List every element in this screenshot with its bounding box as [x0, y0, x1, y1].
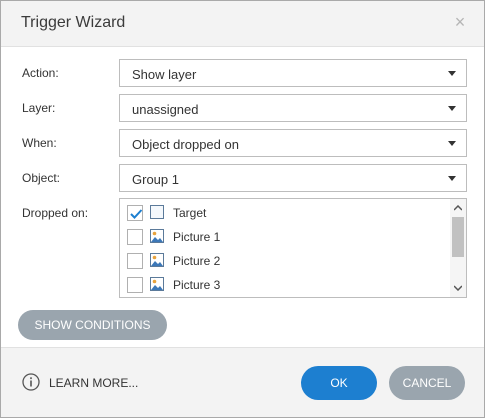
picture-icon	[150, 229, 164, 243]
picture-icon	[150, 277, 164, 291]
when-label: When:	[22, 136, 57, 150]
action-label: Action:	[22, 66, 59, 80]
checkbox[interactable]	[127, 277, 143, 293]
checkbox[interactable]	[127, 229, 143, 245]
close-icon[interactable]: ×	[451, 13, 469, 31]
dialog-title: Trigger Wizard	[21, 14, 126, 31]
list-item[interactable]: Target	[120, 201, 450, 225]
list-item-label: Target	[173, 206, 207, 220]
layer-value: unassigned	[132, 102, 199, 117]
chevron-down-icon	[448, 71, 456, 76]
list-item-label: Picture 1	[173, 230, 221, 244]
object-select[interactable]: Group 1	[119, 164, 467, 192]
dropped-on-list: Target Picture 1 Picture 2 Picture 3	[119, 198, 467, 298]
scrollbar-thumb[interactable]	[452, 217, 464, 257]
list-item-label: Picture 3	[173, 278, 221, 292]
checkmark-icon	[130, 209, 143, 219]
action-value: Show layer	[132, 67, 197, 82]
dialog-header: Trigger Wizard ×	[1, 1, 484, 47]
checkbox[interactable]	[127, 253, 143, 269]
chevron-down-icon	[448, 176, 456, 181]
list-scrollbar[interactable]	[450, 199, 466, 297]
ok-button[interactable]: OK	[301, 366, 377, 400]
object-label: Object:	[22, 171, 61, 185]
learn-more-link[interactable]: LEARN MORE...	[49, 376, 138, 390]
scroll-up-icon[interactable]	[454, 205, 462, 211]
action-select[interactable]: Show layer	[119, 59, 467, 87]
layer-select[interactable]: unassigned	[119, 94, 467, 122]
show-conditions-button[interactable]: SHOW CONDITIONS	[18, 310, 167, 340]
object-value: Group 1	[132, 172, 179, 187]
list-item[interactable]: Picture 1	[120, 225, 450, 249]
dropped-on-label: Dropped on:	[22, 206, 89, 220]
shape-icon	[150, 205, 164, 219]
list-item[interactable]: Picture 2	[120, 249, 450, 273]
info-icon[interactable]	[22, 373, 40, 391]
chevron-down-icon	[448, 106, 456, 111]
picture-icon	[150, 253, 164, 267]
trigger-wizard-dialog: Trigger Wizard × Action: Show layer Laye…	[0, 0, 485, 418]
when-value: Object dropped on	[132, 137, 239, 152]
when-select[interactable]: Object dropped on	[119, 129, 467, 157]
list-item[interactable]: Picture 3	[120, 273, 450, 297]
scroll-down-icon[interactable]	[454, 285, 462, 291]
cancel-button[interactable]: CANCEL	[389, 366, 465, 400]
dialog-footer: LEARN MORE... OK CANCEL	[1, 347, 484, 417]
layer-label: Layer:	[22, 101, 56, 115]
checkbox[interactable]	[127, 205, 143, 221]
list-item-label: Picture 2	[173, 254, 221, 268]
chevron-down-icon	[448, 141, 456, 146]
